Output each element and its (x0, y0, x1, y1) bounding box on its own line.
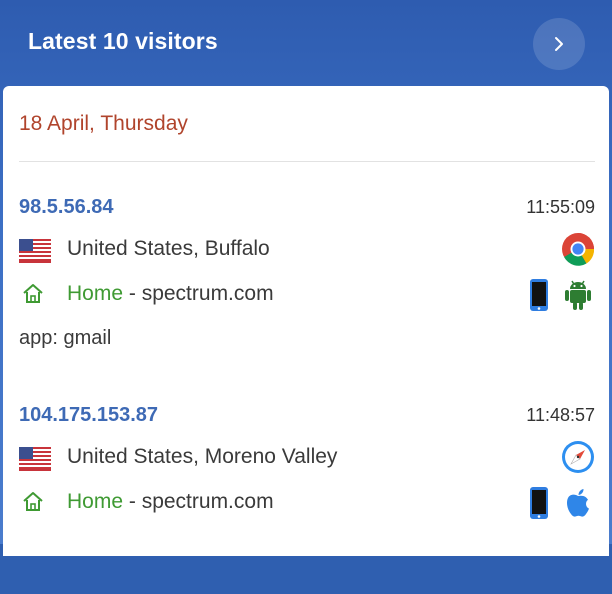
safari-icon (562, 441, 594, 473)
referrer: spectrum.com (141, 490, 274, 513)
android-icon (565, 280, 591, 310)
next-button[interactable] (533, 18, 585, 70)
chevron-right-icon (555, 37, 563, 51)
visitor-location: United States, Buffalo (67, 237, 270, 260)
visitor-app: app: gmail (19, 327, 112, 349)
us-flag-icon (19, 447, 51, 471)
visitor-location: United States, Moreno Valley (67, 445, 338, 468)
visitor-entry: 104.175.153.87 11:48:57 United States, M… (19, 404, 595, 594)
page-link[interactable]: Home (67, 282, 123, 305)
separator: - (123, 282, 142, 305)
divider (19, 161, 595, 162)
chrome-icon (562, 233, 595, 266)
visitor-ip[interactable]: 98.5.56.84 (19, 196, 114, 219)
visited-page: Home - spectrum.com (67, 490, 274, 514)
visitors-card: 18 April, Thursday 98.5.56.84 11:55:09 U… (3, 86, 609, 556)
mobile-phone-icon (530, 279, 548, 311)
apple-icon (567, 489, 589, 517)
referrer: spectrum.com (141, 282, 274, 305)
home-icon (23, 492, 43, 511)
date-label: 18 April, Thursday (19, 112, 188, 135)
widget-title: Latest 10 visitors (28, 28, 218, 54)
latest-visitors-widget: Latest 10 visitors 18 April, Thursday 98… (0, 0, 612, 556)
separator: - (123, 490, 142, 513)
visitor-entry: 98.5.56.84 11:55:09 United States, Buffa… (19, 196, 595, 386)
widget-header: Latest 10 visitors (0, 0, 612, 86)
visit-time: 11:55:09 (526, 197, 595, 217)
visit-time: 11:48:57 (526, 405, 595, 425)
page-link[interactable]: Home (67, 490, 123, 513)
home-icon (23, 284, 43, 303)
visitor-ip[interactable]: 104.175.153.87 (19, 404, 158, 427)
mobile-phone-icon (530, 487, 548, 519)
visited-page: Home - spectrum.com (67, 282, 274, 306)
us-flag-icon (19, 239, 51, 263)
